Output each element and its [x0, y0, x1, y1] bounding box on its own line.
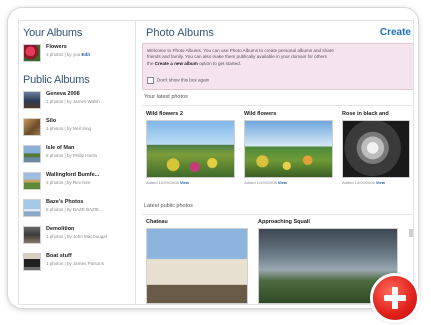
album-name: Flowers [46, 44, 67, 50]
divider [142, 105, 413, 106]
album-meta: 2 photos | by Rev Nee [46, 180, 91, 185]
album-thumbnail [23, 118, 41, 136]
album-item-demolition[interactable]: Demolition 1 photos | by John MacDougal [23, 225, 131, 247]
album-name: Silo [46, 118, 57, 124]
create-album-hint: Create a new album [154, 60, 198, 66]
photo-title: Rose in black and [342, 111, 389, 117]
your-albums-heading: Your Albums [23, 27, 83, 39]
album-item-geneva[interactable]: Geneva 2008 1 photos | by James Walsh [23, 90, 131, 112]
scrollbar[interactable] [409, 229, 413, 237]
album-name: Demolition [46, 226, 75, 232]
main-panel: Photo Albums Create Welcome to Photo Alb… [136, 21, 413, 304]
album-item-isle-of-man[interactable]: Isle of Man 6 photos | by Philip Harris [23, 144, 131, 166]
album-item-baze[interactable]: Baze's Photos 5 photos | by BAZE BAZIE..… [23, 198, 131, 220]
public-albums-heading: Public Albums [23, 74, 90, 86]
album-name: Baze's Photos [46, 199, 84, 205]
photo-title: Wild flowers [244, 111, 277, 117]
photo-meta: Added 12/09/2008 View [146, 180, 189, 185]
photo-wild-flowers[interactable] [244, 120, 333, 178]
divider [142, 214, 413, 215]
photo-meta: Added 12/09/2008 View [342, 180, 385, 185]
album-name: Boat stuff [46, 253, 72, 259]
album-meta: 1 photos | by James Parsons [46, 261, 104, 266]
view-photo-link[interactable]: View [376, 180, 385, 185]
photo-rose[interactable] [342, 120, 410, 178]
photo-chateau[interactable] [146, 228, 248, 304]
photo-title: Approaching Squall [258, 219, 310, 225]
sidebar: Your Albums Flowers 2 photos | by you Ed… [19, 21, 136, 304]
album-meta: 1 photos | by John MacDougal [46, 234, 107, 239]
album-meta: 5 photos | by BAZE BAZIE... [46, 207, 103, 212]
welcome-box: Welcome to Photo Albums. You can use Pho… [142, 43, 413, 90]
view-photo-link[interactable]: View [180, 180, 189, 185]
photo-meta: Added 12/09/2008 View [244, 180, 287, 185]
latest-public-label: Latest public photos [144, 203, 193, 209]
album-name: Isle of Man [46, 145, 75, 151]
album-name: Geneva 2008 [46, 91, 80, 97]
latest-photos-label: Your latest photos [144, 94, 188, 100]
album-thumbnail [23, 253, 41, 271]
album-item-boat-stuff[interactable]: Boat stuff 1 photos | by James Parsons [23, 252, 131, 274]
album-item-wallingford[interactable]: Wallingford Bumfe... 2 photos | by Rev N… [23, 171, 131, 193]
welcome-text: Welcome to Photo Albums. You can use Pho… [147, 48, 334, 66]
album-meta: 6 photos | by Philip Harris [46, 153, 98, 158]
photo-title: Chateau [146, 219, 168, 225]
photo-wild-flowers-2[interactable] [146, 120, 235, 178]
album-thumbnail [23, 199, 41, 217]
create-album-link[interactable]: Create [380, 27, 411, 38]
add-album-button[interactable] [373, 276, 417, 320]
dont-show-label: Don't show this box again [157, 77, 210, 83]
album-thumbnail [23, 44, 41, 62]
page-title: Photo Albums [146, 27, 214, 39]
album-thumbnail [23, 172, 41, 190]
edit-album-link[interactable]: Edit [81, 52, 90, 57]
album-thumbnail [23, 145, 41, 163]
photo-title: Wild flowers 2 [146, 111, 183, 117]
app-window: Your Albums Flowers 2 photos | by you Ed… [8, 8, 418, 308]
album-thumbnail [23, 91, 41, 109]
dont-show-checkbox[interactable] [147, 77, 154, 84]
album-meta: 1 photos | by Neil Sing [46, 126, 91, 131]
photo-albums-screen: Your Albums Flowers 2 photos | by you Ed… [18, 20, 414, 305]
album-meta: 2 photos | by you Edit [46, 52, 90, 57]
plus-icon-vertical [392, 287, 398, 309]
album-item-flowers[interactable]: Flowers 2 photos | by you Edit [23, 43, 131, 65]
view-photo-link[interactable]: View [278, 180, 287, 185]
album-name: Wallingford Bumfe... [46, 172, 100, 178]
dont-show-option[interactable]: Don't show this box again [147, 77, 209, 85]
album-item-silo[interactable]: Silo 1 photos | by Neil Sing [23, 117, 131, 139]
album-meta: 1 photos | by James Walsh [46, 99, 100, 104]
album-thumbnail [23, 226, 41, 244]
